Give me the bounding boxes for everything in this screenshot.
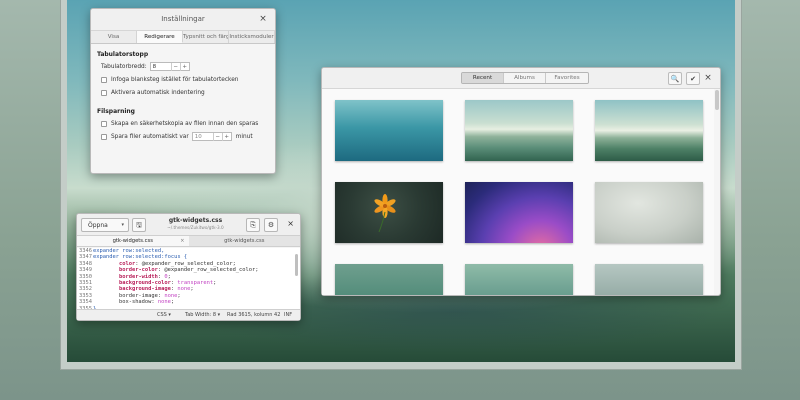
backup-label: Skapa en säkerhetskopia av filen innan d… [111,120,259,127]
search-icon[interactable]: 🔍 [668,72,682,85]
document-tab-1[interactable]: gtk-widgets.css × [77,236,189,246]
cursor-position: Rad 3615, kolumn 42 [227,312,281,318]
section-tab-stops: Tabulatorstopp [97,51,149,58]
close-icon[interactable]: × [180,236,184,247]
thumbnail-orange-flower[interactable] [335,182,443,243]
auto-indent-label: Aktivera automatisk indentering [111,89,205,96]
thumbnail-green-1[interactable] [335,264,443,295]
tab-editor[interactable]: Redigerare [137,31,183,43]
insert-spaces-row[interactable]: Infoga blanksteg istället för tabulatort… [101,73,269,86]
preferences-body: Tabulatorstopp Tabulatorbredd: 8 − + Inf… [91,44,275,147]
autosave-label: Spara filer automatiskt var [111,133,189,140]
tab-plugins[interactable]: Insticksmoduler [229,31,275,43]
autosave-checkbox[interactable] [101,133,107,140]
open-button-label: Öppna [88,222,108,229]
save-icon[interactable]: 🖫 [132,218,146,232]
segment-favorites[interactable]: Favorites [546,73,588,83]
document-tab-2[interactable]: gtk-widgets.css [189,236,301,246]
code-editor[interactable]: 3346 expander row:selected, 3347 expander r… [77,248,300,311]
preferences-title: Inställningar [161,15,205,23]
code-token: box-shadow: [93,299,158,306]
code-token: none [157,299,171,306]
preferences-close-button[interactable]: × [257,13,269,25]
segment-recent[interactable]: Recent [462,73,504,83]
tab-width-stepper[interactable]: 8 − + [149,62,190,71]
tab-width-decrement-button[interactable]: − [170,62,180,71]
auto-indent-checkbox[interactable] [101,89,107,96]
document-tab-1-label: gtk-widgets.css [112,238,153,244]
code-token: ; [190,286,194,293]
thumbnail-grid [322,89,714,295]
open-button[interactable]: Öppna ▾ [81,218,129,232]
autosave-row[interactable]: Spara filer automatiskt var 10 − + minut [101,130,269,143]
tab-width-value[interactable]: 8 [151,64,171,70]
gear-icon[interactable]: ⚙ [264,218,278,232]
autosave-increment-button[interactable]: + [221,132,231,141]
autosave-stepper[interactable]: 10 − + [191,132,232,141]
editor-close-button[interactable]: × [287,219,294,228]
editor-title: gtk-widgets.css [168,217,223,224]
tab-width-selector[interactable]: Tab Width: 8 ▾ [185,312,220,318]
preferences-window: Inställningar × Visa Redigerare Typsnitt… [90,8,276,174]
thumbnail-gray-green[interactable] [595,264,703,295]
chevron-down-icon: ▾ [121,222,124,228]
thumbnail-purple-rays[interactable] [465,182,573,243]
editor-subtitle: ~/.themes/Zukitwo/gtk-3.0 [167,225,224,230]
photo-picker-window: Recent Albums Favorites 🔍 ✔ × [321,67,721,296]
autosave-decrement-button[interactable]: − [212,132,222,141]
insert-mode: INF [284,312,293,318]
tab-view[interactable]: Visa [91,31,137,43]
document-tabs: gtk-widgets.css × gtk-widgets.css [77,236,300,247]
code-token: ; [177,292,181,299]
backup-row[interactable]: Skapa en säkerhetskopia av filen innan d… [101,117,269,130]
autosave-unit: minut [235,133,253,140]
thumbnail-gray-gradient[interactable] [595,182,703,243]
code-token: ; [213,279,217,286]
picker-scrollbar[interactable] [715,90,719,110]
preferences-titlebar: Inställningar × [91,9,275,31]
editor-headerbar: Öppna ▾ 🖫 gtk-widgets.css ~/.themes/Zuki… [77,214,300,236]
text-editor-window: Öppna ▾ 🖫 gtk-widgets.css ~/.themes/Zuki… [76,213,301,321]
insert-spaces-checkbox[interactable] [101,76,107,83]
thumbnail-lake-2[interactable] [595,100,703,161]
code-token: : @expander_row_selected_color; [157,267,259,274]
tab-width-label: Tabulatorbredd: [101,63,147,70]
autosave-value[interactable]: 10 [193,134,213,140]
insert-spaces-label: Infoga blanksteg istället för tabulatort… [111,76,239,83]
tab-fonts-colors[interactable]: Typsnitt och färger [183,31,229,43]
tab-width-increment-button[interactable]: + [179,62,189,71]
editor-scrollbar[interactable] [295,254,298,276]
preferences-tabs: Visa Redigerare Typsnitt och färger Inst… [91,31,275,44]
thumbnail-lake-1[interactable] [465,100,573,161]
language-selector[interactable]: CSS ▾ [157,312,171,318]
thumbnail-green-2[interactable] [465,264,573,295]
thumbnail-teal-gradient[interactable] [335,100,443,161]
code-token: ; [170,299,175,306]
picker-titlebar: Recent Albums Favorites 🔍 ✔ × [322,68,720,89]
segment-albums[interactable]: Albums [504,73,546,83]
auto-indent-row[interactable]: Aktivera automatisk indentering [101,86,269,99]
find-icon[interactable]: ⎘ [246,218,260,232]
section-file-saving: Filsparning [97,108,135,115]
flower-graphic [374,194,396,233]
editor-statusbar: CSS ▾ Tab Width: 8 ▾ Rad 3615, kolumn 42… [77,309,300,320]
select-check-icon[interactable]: ✔ [686,72,700,85]
tab-width-row: Tabulatorbredd: 8 − + [101,60,269,73]
view-switcher: Recent Albums Favorites [461,72,589,84]
picker-close-button[interactable]: × [702,72,714,84]
backup-checkbox[interactable] [101,120,107,127]
